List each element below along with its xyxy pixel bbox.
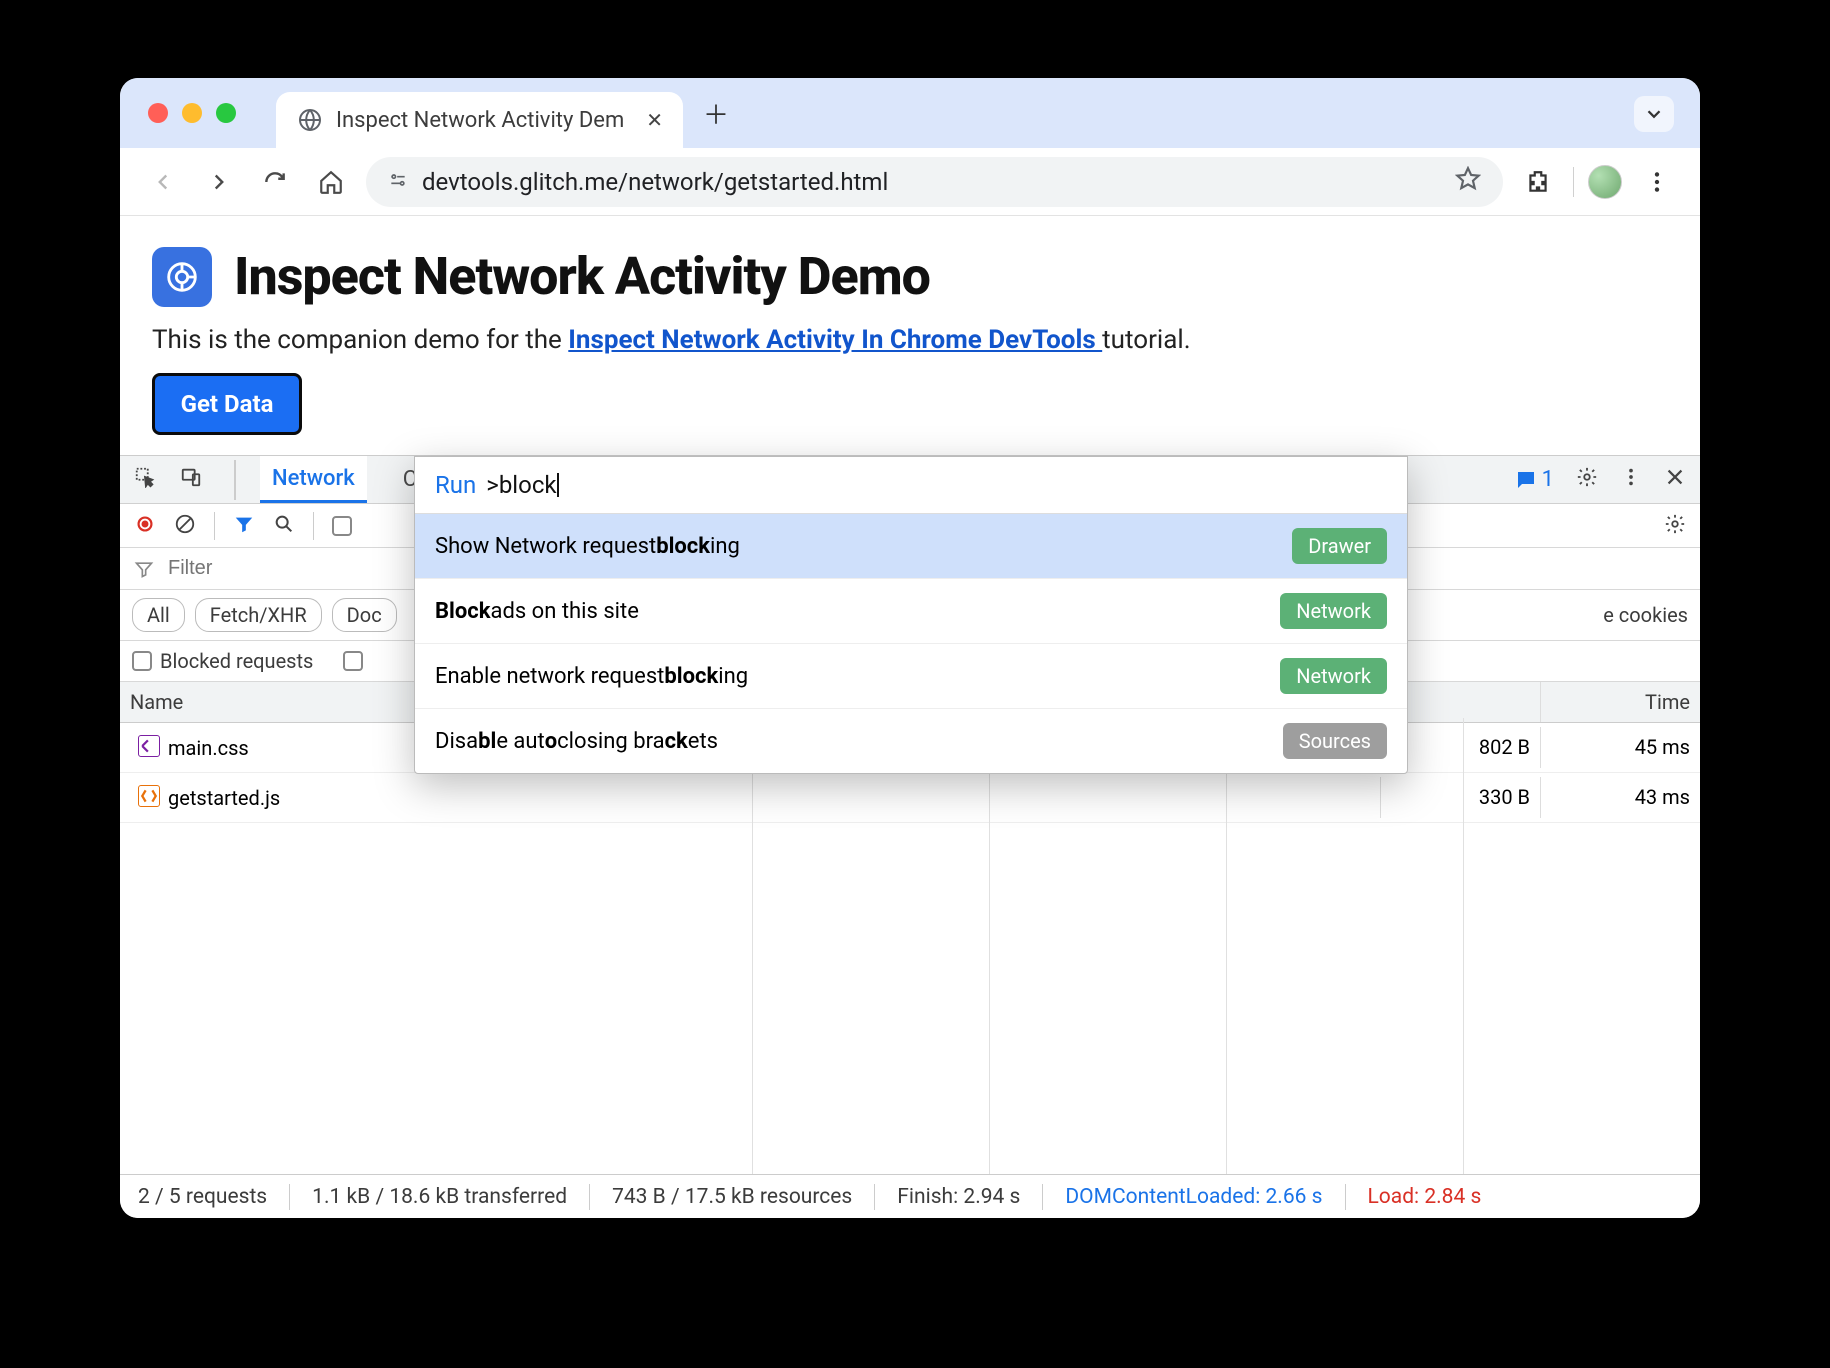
issues-badge[interactable]: 1: [1514, 467, 1554, 492]
globe-icon: [298, 108, 322, 132]
page-content: Inspect Network Activity Demo This is th…: [120, 216, 1700, 456]
devtools-panel: Network Console Elements Sources Perform…: [120, 456, 1700, 1218]
network-settings-icon[interactable]: [1664, 513, 1686, 539]
window-controls: [148, 103, 236, 123]
para-prefix: This is the companion demo for the: [152, 325, 568, 355]
js-file-icon: [138, 785, 160, 807]
chrome-menu-icon[interactable]: [1636, 161, 1678, 203]
devtools-menu-icon[interactable]: [1620, 466, 1642, 494]
browser-tab[interactable]: Inspect Network Activity Dem ✕: [276, 92, 683, 148]
tablist-menu-button[interactable]: [1634, 96, 1674, 132]
chip-doc[interactable]: Doc: [332, 598, 397, 632]
status-load: Load: 2.84 s: [1368, 1185, 1482, 1209]
search-icon[interactable]: [273, 513, 295, 539]
blocked-requests-label: Blocked requests: [160, 649, 313, 673]
settings-icon[interactable]: [1576, 466, 1598, 494]
minimize-window-icon[interactable]: [182, 103, 202, 123]
chip-all[interactable]: All: [132, 598, 185, 632]
inspect-icon[interactable]: [134, 466, 156, 494]
cookies-label: e cookies: [1603, 603, 1688, 627]
toolbar-divider: [1573, 167, 1574, 197]
page-title: Inspect Network Activity Demo: [234, 246, 930, 307]
status-bar: 2 / 5 requests 1.1 kB / 18.6 kB transfer…: [120, 1174, 1700, 1218]
command-item[interactable]: Block ads on this siteNetwork: [415, 578, 1407, 643]
chip-fetch[interactable]: Fetch/XHR: [195, 598, 322, 632]
status-dcl: DOMContentLoaded: 2.66 s: [1065, 1185, 1322, 1209]
address-bar[interactable]: devtools.glitch.me/network/getstarted.ht…: [366, 157, 1503, 207]
para-suffix: tutorial.: [1102, 325, 1190, 355]
tab-strip: Inspect Network Activity Dem ✕ ＋: [120, 78, 1700, 148]
url-text: devtools.glitch.me/network/getstarted.ht…: [422, 168, 888, 196]
row-time: 45 ms: [1540, 727, 1700, 768]
status-finish: Finish: 2.94 s: [897, 1185, 1020, 1209]
row-name: main.css: [168, 736, 249, 760]
command-badge: Network: [1280, 593, 1387, 629]
cmd-run-label: Run: [435, 471, 476, 499]
record-icon[interactable]: [134, 513, 156, 539]
close-window-icon[interactable]: [148, 103, 168, 123]
clear-icon[interactable]: [174, 513, 196, 539]
tab-network[interactable]: Network: [260, 456, 367, 503]
filter-input[interactable]: [168, 557, 433, 580]
third-party-check[interactable]: [343, 649, 363, 673]
tab-title: Inspect Network Activity Dem: [336, 108, 624, 133]
status-transferred: 1.1 kB / 18.6 kB transferred: [312, 1185, 567, 1209]
status-resources: 743 B / 17.5 kB resources: [612, 1185, 852, 1209]
maximize-window-icon[interactable]: [216, 103, 236, 123]
forward-button[interactable]: [198, 161, 240, 203]
command-item[interactable]: Disable auto closing bracketsSources: [415, 708, 1407, 773]
row-time: 43 ms: [1540, 777, 1700, 818]
close-tab-icon[interactable]: ✕: [646, 108, 663, 132]
new-tab-button[interactable]: ＋: [701, 98, 731, 128]
browser-window: Inspect Network Activity Dem ✕ ＋ devtool…: [120, 78, 1700, 1218]
reload-button[interactable]: [254, 161, 296, 203]
page-paragraph: This is the companion demo for the Inspe…: [152, 325, 1668, 355]
status-requests: 2 / 5 requests: [138, 1185, 267, 1209]
css-file-icon: [138, 735, 160, 757]
devtools-logo-icon: [152, 247, 212, 307]
cmd-query: >block: [486, 471, 556, 499]
issues-count: 1: [1542, 467, 1554, 492]
back-button[interactable]: [142, 161, 184, 203]
filter-icon[interactable]: [233, 513, 255, 539]
bookmark-icon[interactable]: [1455, 166, 1481, 198]
row-name: getstarted.js: [168, 786, 280, 810]
col-time[interactable]: Time: [1540, 682, 1700, 722]
row-size: 330 B: [1380, 777, 1540, 818]
command-item[interactable]: Show Network request blockingDrawer: [415, 514, 1407, 578]
extensions-icon[interactable]: [1517, 161, 1559, 203]
device-toggle-icon[interactable]: [180, 466, 202, 494]
toolbar: devtools.glitch.me/network/getstarted.ht…: [120, 148, 1700, 216]
table-row[interactable]: getstarted.js 330 B 43 ms: [120, 773, 1700, 823]
preserve-log-checkbox[interactable]: [332, 516, 352, 536]
get-data-button[interactable]: Get Data: [152, 373, 302, 435]
profile-avatar[interactable]: [1588, 165, 1622, 199]
command-input[interactable]: Run >block: [415, 457, 1407, 514]
site-settings-icon[interactable]: [388, 168, 408, 196]
blocked-requests-check[interactable]: Blocked requests: [132, 649, 313, 673]
command-menu: Run >block Show Network request blocking…: [414, 456, 1408, 774]
command-badge: Sources: [1283, 723, 1387, 759]
close-devtools-icon[interactable]: [1664, 466, 1686, 494]
command-item[interactable]: Enable network request blockingNetwork: [415, 643, 1407, 708]
tutorial-link[interactable]: Inspect Network Activity In Chrome DevTo…: [568, 325, 1102, 355]
command-badge: Network: [1280, 658, 1387, 694]
command-badge: Drawer: [1292, 528, 1387, 564]
home-button[interactable]: [310, 161, 352, 203]
